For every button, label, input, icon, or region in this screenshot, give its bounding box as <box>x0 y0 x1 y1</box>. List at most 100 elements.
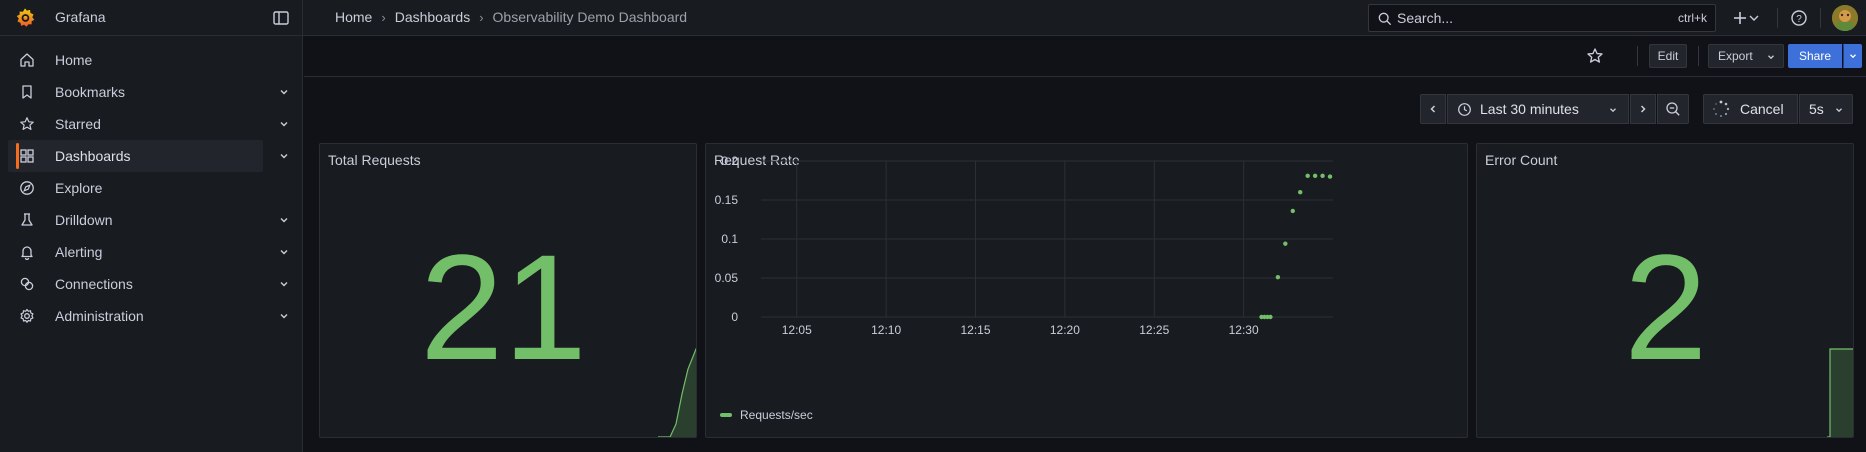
legend-label: Requests/sec <box>740 408 813 422</box>
sidebar: Grafana Home Bookmarks Starred Dashboard… <box>0 0 303 452</box>
export-button[interactable]: Export <box>1708 44 1784 68</box>
compass-icon <box>20 181 34 195</box>
data-point[interactable] <box>1305 173 1310 179</box>
home-icon <box>20 53 34 67</box>
y-tick-label: 0 <box>731 310 738 324</box>
edit-button[interactable]: Edit <box>1649 44 1687 68</box>
sidebar-item-administration[interactable]: Administration <box>0 300 303 332</box>
panel-total-requests[interactable]: Total Requests 21 <box>319 143 697 438</box>
time-range-picker[interactable]: Last 30 minutes <box>1447 94 1629 124</box>
refresh-interval-picker[interactable]: 5s <box>1799 94 1853 124</box>
chart-legend[interactable]: Requests/sec <box>720 408 813 422</box>
bookmark-icon <box>22 85 32 99</box>
time-forward-button[interactable] <box>1630 94 1656 124</box>
sidebar-item-dashboards[interactable]: Dashboards <box>8 140 288 172</box>
x-tick-label: 12:30 <box>1229 323 1259 337</box>
time-range-label: Last 30 minutes <box>1480 101 1579 117</box>
sidebar-item-label: Alerting <box>55 244 103 260</box>
data-point[interactable] <box>1320 173 1325 179</box>
chevron-down-icon[interactable] <box>278 214 290 226</box>
chevron-down-icon[interactable] <box>278 86 290 98</box>
chevron-right-icon <box>1640 105 1646 113</box>
star-icon[interactable] <box>1586 47 1604 65</box>
chevron-down-icon[interactable] <box>278 118 290 130</box>
data-point[interactable] <box>1327 174 1333 179</box>
chevron-down-icon[interactable] <box>278 310 290 322</box>
sidebar-item-drilldown[interactable]: Drilldown <box>0 204 303 236</box>
breadcrumb-home[interactable]: Home <box>335 9 372 25</box>
data-point[interactable] <box>1275 275 1281 280</box>
chevron-down-icon[interactable] <box>278 246 290 258</box>
data-point[interactable] <box>1298 190 1303 195</box>
zoom-out-button[interactable] <box>1657 94 1689 124</box>
panel-error-count[interactable]: Error Count 2 <box>1476 143 1854 438</box>
breadcrumb: Home › Dashboards › Observability Demo D… <box>335 9 687 25</box>
sidebar-item-label: Dashboards <box>55 148 131 164</box>
plus-icon[interactable] <box>1730 8 1750 28</box>
drilldown-icon <box>21 213 33 226</box>
loading-spinner-icon <box>1713 100 1730 117</box>
share-button[interactable]: Share <box>1788 44 1842 68</box>
chevron-down-icon[interactable] <box>278 278 290 290</box>
sidebar-item-starred[interactable]: Starred <box>0 108 303 140</box>
chevron-down-icon <box>1836 108 1842 113</box>
sidebar-nav: Home Bookmarks Starred Dashboards Explor <box>0 44 303 332</box>
request-rate-chart: 0 0.05 0.1 0.15 0.2 12:05 12:10 12:15 12:20 12:25… <box>715 154 1333 337</box>
sidebar-item-bookmarks[interactable]: Bookmarks <box>0 76 303 108</box>
gear-icon <box>20 308 34 323</box>
x-tick-label: 12:10 <box>871 323 901 337</box>
data-point[interactable] <box>1312 173 1318 179</box>
divider <box>1698 46 1699 66</box>
data-point[interactable] <box>1290 208 1295 214</box>
chevron-down-icon[interactable] <box>278 150 290 162</box>
breadcrumb-current: Observability Demo Dashboard <box>492 9 688 25</box>
sidebar-item-home[interactable]: Home <box>0 44 303 76</box>
sidebar-item-explore[interactable]: Explore <box>0 172 303 204</box>
clock-icon <box>1458 102 1471 116</box>
sidebar-item-connections[interactable]: Connections <box>0 268 303 300</box>
apps-icon <box>20 149 34 163</box>
zoom-out-icon <box>1666 102 1680 116</box>
chevron-down-icon <box>1768 55 1774 60</box>
star-icon <box>20 117 34 130</box>
help-icon[interactable]: ? <box>1789 8 1809 28</box>
search-box[interactable]: ctrl+k <box>1368 4 1716 32</box>
sidebar-item-label: Bookmarks <box>55 84 126 100</box>
search-icon <box>1378 12 1392 26</box>
dashboard-toolbar: Edit Export Share <box>304 37 1866 77</box>
time-back-button[interactable] <box>1420 94 1446 124</box>
grafana-app: Home › Dashboards › Observability Demo D… <box>0 0 1866 452</box>
chevron-right-icon: › <box>479 9 484 25</box>
svg-text:?: ? <box>1796 14 1802 25</box>
chevron-left-icon <box>1430 105 1436 113</box>
share-menu-button[interactable] <box>1843 44 1862 68</box>
chevron-right-icon: › <box>381 9 386 25</box>
sidebar-brand: Grafana <box>0 0 303 36</box>
search-shortcut: ctrl+k <box>1677 11 1707 25</box>
chevron-down-icon <box>1849 54 1856 59</box>
panel-request-rate[interactable]: Request Rate 0 0.05 0.1 0.15 0.2 12:05 12:10 12… <box>705 143 1468 438</box>
x-tick-label: 12:15 <box>960 323 990 337</box>
cancel-refresh-button[interactable]: Cancel <box>1703 94 1798 124</box>
divider <box>1820 8 1821 28</box>
bell-icon <box>21 246 33 260</box>
chevron-down-icon[interactable] <box>1748 8 1760 28</box>
breadcrumb-dashboards[interactable]: Dashboards <box>395 9 471 25</box>
x-tick-label: 12:20 <box>1050 323 1080 337</box>
sidebar-item-alerting[interactable]: Alerting <box>0 236 303 268</box>
y-tick-label: 0.1 <box>721 232 738 246</box>
export-label: Export <box>1718 49 1753 63</box>
cancel-label: Cancel <box>1740 101 1784 117</box>
data-point[interactable] <box>1268 314 1273 320</box>
sidebar-item-label: Drilldown <box>55 212 113 228</box>
dock-menu-icon[interactable] <box>272 9 290 27</box>
avatar[interactable] <box>1832 5 1858 31</box>
y-tick-label: 0.05 <box>715 271 739 285</box>
refresh-interval-label: 5s <box>1809 101 1824 117</box>
data-point[interactable] <box>1283 241 1288 246</box>
app-name[interactable]: Grafana <box>55 9 106 25</box>
search-input[interactable] <box>1397 9 1637 27</box>
grafana-logo-icon[interactable] <box>14 7 36 29</box>
sidebar-item-label: Starred <box>55 116 101 132</box>
sidebar-item-label: Explore <box>55 180 103 196</box>
